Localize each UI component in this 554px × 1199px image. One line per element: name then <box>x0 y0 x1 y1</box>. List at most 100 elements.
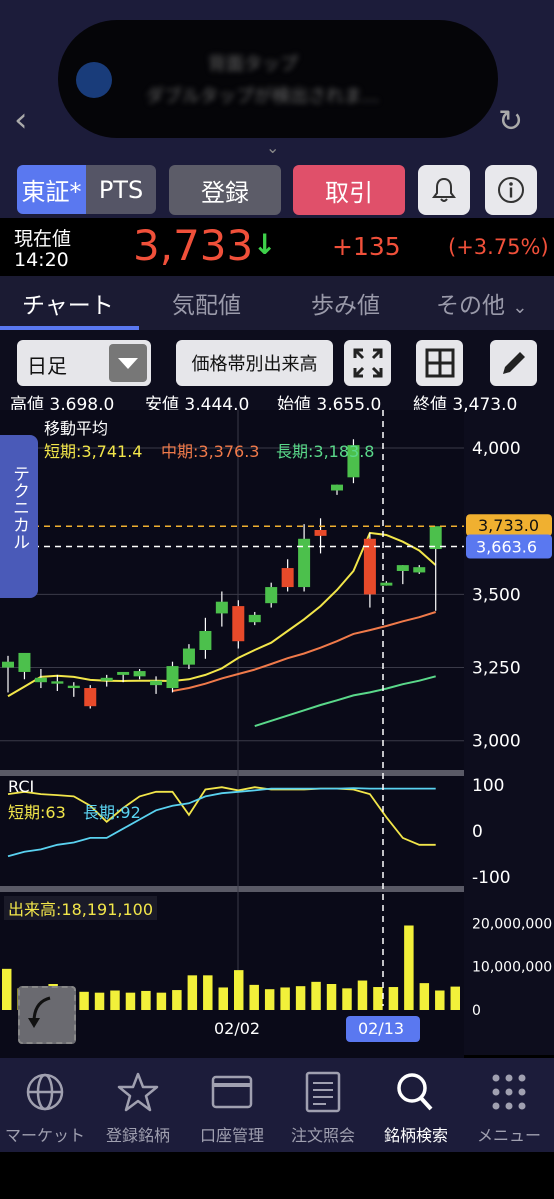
tab-chart[interactable]: チャート <box>22 286 114 320</box>
nav-menu-label: メニュー <box>476 1126 541 1145</box>
exchange-pts-button[interactable]: PTS <box>86 165 156 214</box>
price-change: +135 <box>332 232 401 261</box>
volume-bar <box>388 987 399 1010</box>
candle-body <box>331 484 343 491</box>
period-select[interactable]: 日足 <box>17 340 151 386</box>
grid-icon <box>425 348 454 378</box>
volume-bar <box>94 992 105 1010</box>
app-icon <box>76 62 112 98</box>
rci-long-legend: 長期:92 <box>83 803 141 822</box>
crosshair-price-tag-label: 3,663.6 <box>476 538 537 557</box>
volume-bar <box>264 989 275 1010</box>
tab-bar: チャート 気配値 歩み値 その他 ⌄ <box>0 276 554 330</box>
ma-long-legend: 長期:3,183.8 <box>276 442 375 461</box>
rci-tick-label: 100 <box>472 776 504 796</box>
rci-title: RCI <box>8 777 35 796</box>
notification-message: ダブルタップが検出されま... <box>146 86 380 107</box>
volume-bar <box>326 984 337 1010</box>
y-tick-label: 4,000 <box>472 439 521 459</box>
price-change-percent: (+3.75%) <box>448 235 549 259</box>
grid-menu-icon <box>492 1074 526 1110</box>
expand-icon <box>353 348 382 378</box>
volume-bar <box>2 968 12 1010</box>
pencil-icon <box>502 352 525 374</box>
ma-short-legend: 短期:3,741.4 <box>44 442 143 461</box>
panel-divider <box>0 770 464 776</box>
fullscreen-button[interactable] <box>344 340 391 386</box>
candle-body <box>429 526 442 550</box>
volume-bar <box>125 992 136 1010</box>
volume-bar <box>187 975 198 1010</box>
candle-body <box>133 671 146 677</box>
candle-body <box>281 568 294 588</box>
candle-body <box>166 666 179 689</box>
y-tick-label: 3,500 <box>472 585 521 605</box>
scroll-back-button[interactable] <box>18 986 76 1044</box>
candle-body <box>34 677 47 683</box>
bell-icon <box>432 177 456 202</box>
candle-body <box>67 685 80 689</box>
volume-bar <box>450 986 460 1010</box>
ma-title: 移動平均 <box>44 419 109 438</box>
tab-time-and-sales[interactable]: 歩み値 <box>311 286 380 320</box>
quote-time: 14:20 <box>14 249 69 271</box>
back-chevron-icon[interactable]: ‹ <box>14 100 28 140</box>
y-tick-label: 3,250 <box>472 659 521 679</box>
period-select-value: 日足 <box>27 354 67 378</box>
triangle-down-icon <box>118 358 138 369</box>
volume-bar <box>295 986 306 1010</box>
candle-body <box>265 587 278 604</box>
technical-side-tab-label: テクニカル <box>9 465 29 550</box>
reload-icon[interactable]: ↻ <box>498 104 523 139</box>
draw-button[interactable] <box>490 340 537 386</box>
candle-body <box>117 671 130 675</box>
volume-bar <box>234 970 244 1010</box>
register-button[interactable]: 登録 <box>169 165 281 215</box>
volume-bar <box>249 984 259 1010</box>
rci-tick-label: 0 <box>472 822 483 842</box>
notification-title: 背面タップ <box>208 54 298 75</box>
info-button[interactable] <box>485 165 537 215</box>
rci-tick-label: -100 <box>472 868 511 888</box>
tab-quotes-board[interactable]: 気配値 <box>172 286 241 320</box>
volume-bar <box>419 983 430 1010</box>
volume-bar <box>156 992 167 1010</box>
bottom-navigation: マーケット 登録銘柄 口座管理 注文照会 銘柄検索 メニュー <box>0 1058 554 1152</box>
candle-body <box>84 688 97 707</box>
tab-other[interactable]: その他 ⌄ <box>436 286 527 320</box>
layout-grid-button[interactable] <box>416 340 463 386</box>
candle-body <box>396 565 409 571</box>
candle-body <box>232 606 245 642</box>
candle-body <box>215 601 228 614</box>
y-tick-label: 3,000 <box>472 732 521 752</box>
stock-chart[interactable]: 4,000 3,500 3,250 3,000 100 0 -100 20,000,000 10… <box>0 410 554 1058</box>
volume-bar <box>404 925 414 1010</box>
notification-banner[interactable]: 背面タップ ダブルタップが検出されま... <box>58 20 498 138</box>
candle-body <box>314 530 327 536</box>
exchange-tse-button[interactable]: 東証* <box>17 165 86 214</box>
trade-button[interactable]: 取引 <box>293 165 405 215</box>
candle-body <box>248 614 261 623</box>
candle-body <box>413 567 426 573</box>
crosshair-date-label: 02/13 <box>358 1019 404 1038</box>
alert-bell-button[interactable] <box>418 165 470 215</box>
technical-side-tab[interactable]: テクニカル <box>0 435 38 598</box>
candle-body <box>182 648 195 665</box>
candle-body <box>199 630 212 650</box>
current-price: 3,733 <box>133 221 254 270</box>
candle-body <box>2 661 14 668</box>
info-icon <box>498 177 524 203</box>
dropdown-toggle[interactable] <box>109 344 147 382</box>
nav-menu[interactable]: メニュー <box>454 1058 554 1152</box>
volume-tick-label: 20,000,000 <box>472 916 552 932</box>
chevron-down-icon: ⌄ <box>512 297 528 318</box>
rci-short-legend: 短期:63 <box>8 803 66 822</box>
volume-legend: 出来高:18,191,100 <box>4 896 158 920</box>
volume-by-price-button[interactable]: 価格帯別出来高 <box>176 340 333 386</box>
quote-row: 現在値 14:20 3,733 ↓ +135 (+3.75%) <box>0 218 554 276</box>
candle-body <box>18 652 31 672</box>
volume-bar <box>311 981 321 1010</box>
volume-bar <box>203 975 213 1010</box>
chevron-down-icon[interactable]: ⌄ <box>266 138 279 157</box>
candle-body <box>380 582 393 586</box>
